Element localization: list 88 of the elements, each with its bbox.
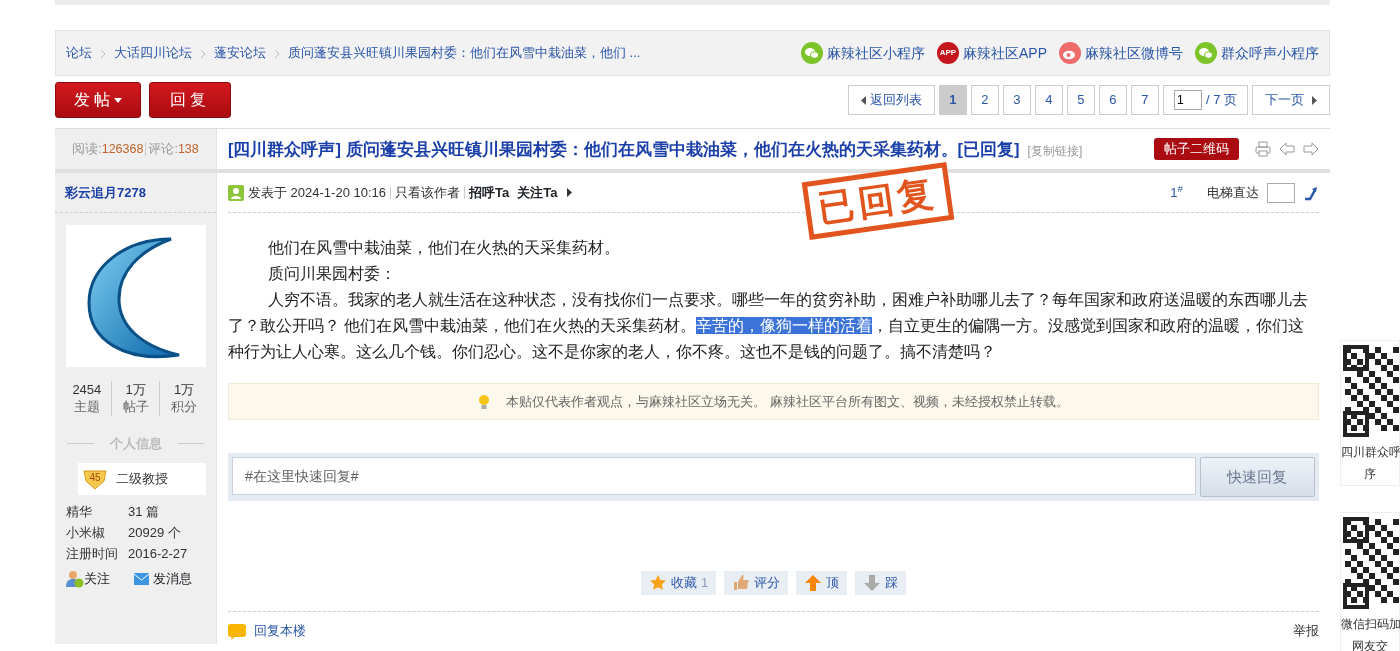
stat-label: 主题 bbox=[72, 398, 101, 416]
thumbs-up-icon bbox=[732, 574, 751, 592]
channel-link[interactable]: 群众呼声小程序 bbox=[1221, 42, 1319, 64]
up-button[interactable]: 顶 bbox=[796, 571, 848, 595]
follow-link[interactable]: 关注 bbox=[66, 568, 110, 590]
thread-link[interactable]: 质问蓬安县兴旺镇川果园村委：他们在风雪中栽油菜，他们 ... bbox=[288, 43, 641, 63]
info-value: 20929 个 bbox=[128, 525, 181, 541]
star-icon bbox=[648, 574, 667, 592]
info-label: 精华 bbox=[66, 503, 93, 522]
level-badge: 45 bbox=[82, 468, 108, 491]
channel-link[interactable]: 麻辣社区微博号 bbox=[1085, 42, 1183, 64]
view-count: 阅读:126368 评论:138 bbox=[72, 140, 199, 158]
user-icon bbox=[228, 184, 244, 201]
page-link[interactable]: 5 bbox=[1066, 85, 1095, 115]
lightbulb-icon bbox=[478, 393, 491, 410]
envelope-icon bbox=[134, 572, 149, 585]
post-date: 发表于 2024-1-20 10:16 bbox=[248, 183, 387, 202]
stat-value: 1万 bbox=[173, 380, 196, 399]
channel-link[interactable]: 麻辣社区APP bbox=[963, 42, 1047, 64]
qr-caption: 四川群众呼 bbox=[1341, 444, 1399, 461]
post-button[interactable]: 发帖 bbox=[55, 82, 141, 118]
page-link[interactable]: 3 bbox=[1002, 85, 1031, 115]
reply-floor-link[interactable]: 回复本楼 bbox=[228, 622, 306, 641]
arrow-up-icon bbox=[804, 574, 823, 592]
weibo-icon bbox=[1059, 42, 1081, 64]
print-icon[interactable] bbox=[1255, 141, 1271, 157]
page-total: / 7 页 bbox=[1205, 91, 1237, 110]
qr-caption: 微信扫码加 bbox=[1341, 616, 1399, 633]
chevron-right-icon bbox=[274, 48, 280, 59]
stat-label: 帖子 bbox=[121, 398, 150, 416]
app-icon: APP bbox=[937, 42, 959, 64]
post-paragraph: 他们在风雪中栽油菜，他们在火热的天采集药材。 bbox=[267, 238, 621, 258]
caret-right-icon bbox=[1312, 95, 1317, 105]
jump-icon[interactable] bbox=[1303, 184, 1319, 201]
message-link[interactable]: 发消息 bbox=[134, 568, 192, 590]
breadcrumb-link[interactable]: 蓬安论坛 bbox=[214, 43, 266, 63]
stat-value: 1万 bbox=[124, 380, 147, 399]
wechat-icon bbox=[1195, 42, 1217, 64]
username-link[interactable]: 彩云追月7278 bbox=[55, 173, 216, 213]
info-value: 31 篇 bbox=[128, 504, 160, 520]
rank-label: 二级教授 bbox=[116, 470, 168, 489]
page-number-field[interactable]: 1 bbox=[1173, 90, 1202, 110]
info-label: 小米椒 bbox=[66, 524, 106, 543]
notice-text: 本贴仅代表作者观点，与麻辣社区立场无关。 麻辣社区平台所有图文、视频，未经授权禁止转载。 bbox=[506, 392, 1069, 411]
chevron-right-icon bbox=[100, 48, 106, 59]
thumb-button[interactable]: 评分 bbox=[724, 571, 789, 595]
breadcrumb-link[interactable]: 大话四川论坛 bbox=[114, 43, 192, 63]
arrow-left-icon[interactable] bbox=[1279, 142, 1295, 156]
page-link[interactable]: 1 bbox=[938, 85, 967, 115]
post-paragraph: 质问川果园村委： bbox=[267, 264, 397, 284]
down-button[interactable]: 踩 bbox=[855, 571, 907, 595]
qr-caption: 序 bbox=[1363, 466, 1377, 483]
page-link[interactable]: 2 bbox=[970, 85, 999, 115]
jump-label: 电梯直达 bbox=[1207, 183, 1259, 202]
reply-button[interactable]: 回复 bbox=[149, 82, 231, 118]
quick-reply-button[interactable]: 快速回复 bbox=[1199, 457, 1315, 497]
thread-title: [四川群众呼声] 质问蓬安县兴旺镇川果园村委：他们在风雪中栽油菜，他们在火热的天采集药材。[已回复] bbox=[228, 138, 1020, 160]
breadcrumb-link[interactable]: 论坛 bbox=[66, 43, 92, 63]
caret-left-icon bbox=[860, 95, 866, 105]
arrow-down-icon bbox=[863, 574, 882, 592]
greet-link[interactable]: 招呼Ta bbox=[469, 182, 510, 203]
caret-right-icon[interactable] bbox=[567, 188, 573, 197]
next-page-link[interactable]: 下一页 bbox=[1252, 85, 1330, 115]
page-link[interactable]: 7 bbox=[1130, 85, 1159, 115]
stat-label: 积分 bbox=[170, 398, 199, 416]
follow-author-link[interactable]: 关注Ta bbox=[517, 182, 558, 203]
caret-down-icon bbox=[114, 97, 122, 103]
user-add-icon bbox=[66, 569, 84, 588]
quick-reply-field[interactable]: #在这里快速回复# bbox=[232, 457, 1196, 495]
floor-number-field[interactable] bbox=[1267, 182, 1295, 203]
channel-link[interactable]: 麻辣社区小程序 bbox=[827, 42, 925, 64]
back-to-list-link[interactable]: 返回列表 bbox=[847, 85, 935, 115]
report-link[interactable]: 举报 bbox=[1293, 622, 1319, 641]
page-link[interactable]: 4 bbox=[1034, 85, 1063, 115]
chevron-right-icon bbox=[200, 48, 206, 59]
page-link[interactable]: 6 bbox=[1098, 85, 1127, 115]
qr-code-button[interactable]: 帖子二维码 bbox=[1154, 138, 1239, 160]
author-only-link[interactable]: 只看该作者 bbox=[395, 182, 461, 203]
info-label: 注册时间 bbox=[66, 545, 119, 564]
speech-bubble-icon bbox=[228, 623, 246, 640]
floor-number: 1$^{#}$ bbox=[1170, 182, 1183, 202]
reply-stamp: 已回复 bbox=[801, 162, 955, 240]
stat-value: 2454 bbox=[71, 380, 103, 399]
arrow-right-icon[interactable] bbox=[1303, 142, 1319, 156]
star-button[interactable]: 收藏 1 bbox=[640, 571, 717, 595]
wechat-icon bbox=[801, 42, 823, 64]
post-paragraph: 人穷不语。我家的老人就生活在这种状态，没有找你们一点要求。哪些一年的贫穷补助，困难户补助哪儿去了？每年国家和政府送温暖的东西哪儿去了？敢公开吗？ 他们在风雪中栽油菜，他们在火热的天采集药材。辛苦的，像狗一样的活着，自立更生的偏隅一方。没感觉到国家和政府的温暖，你们这种行为让人心寒。这么几个钱。你们忍心。这不是你家的老人，你不疼。这也不是钱的问题了。搞不清楚吗？ bbox=[228, 290, 1309, 362]
info-value: 2016-2-27 bbox=[128, 546, 188, 562]
